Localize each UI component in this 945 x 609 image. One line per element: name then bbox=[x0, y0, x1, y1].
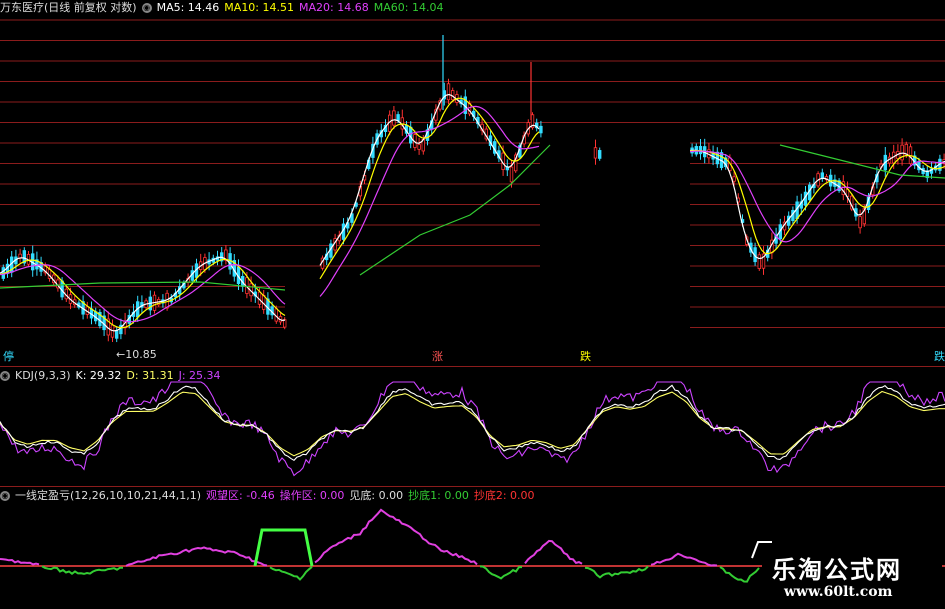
indicator-buy2: 抄底2: 0.00 bbox=[473, 489, 535, 502]
indicator-pink-line bbox=[0, 558, 40, 566]
kdj-j: J: 25.34 bbox=[178, 369, 221, 382]
indicator-pink-line bbox=[524, 539, 583, 565]
panel-divider bbox=[0, 486, 945, 487]
ma60-line bbox=[359, 144, 551, 276]
candle-body bbox=[509, 166, 514, 183]
watermark-logo: 乐淘公式网 www.60lt.com bbox=[762, 546, 942, 606]
marker-right: 跌 bbox=[934, 350, 945, 363]
indicator-pink-line bbox=[650, 552, 718, 567]
kdj-d: D: 31.31 bbox=[126, 369, 174, 382]
candle-body bbox=[396, 114, 400, 121]
indicator-green-line bbox=[41, 565, 124, 575]
ma20-value: MA20: 14.68 bbox=[299, 1, 369, 14]
ma60-value: MA60: 14.04 bbox=[373, 1, 444, 14]
indicator-pink-line bbox=[125, 546, 268, 567]
candle-body bbox=[446, 83, 451, 101]
candle-body bbox=[858, 216, 862, 229]
kdj-j-line bbox=[0, 381, 945, 477]
ma5-value: MA5: 14.46 bbox=[156, 1, 220, 14]
price-chart-panel[interactable]: 万东医疗(日线 前复权 对数) ◉ MA5: 14.46 MA10: 14.51 MA2… bbox=[0, 0, 945, 366]
indicator-header: ◉ 一线定盈亏(12,26,10,10,21,44,1,1) 观望区: -0.46 操… bbox=[0, 489, 540, 503]
settings-icon[interactable]: ◉ bbox=[0, 371, 10, 381]
marker-die: 跌 bbox=[580, 350, 591, 363]
candle-body bbox=[732, 176, 736, 182]
low-price-label: ←10.85 bbox=[116, 348, 157, 361]
marker-left: 停 bbox=[3, 350, 14, 363]
indicator-green-line bbox=[269, 566, 313, 581]
candle-body bbox=[820, 172, 824, 179]
indicator-green-line bbox=[479, 565, 522, 580]
kdj-chart[interactable] bbox=[0, 368, 945, 486]
ma10-value: MA10: 14.51 bbox=[224, 1, 295, 14]
indicator-operate: 操作区: 0.00 bbox=[279, 489, 345, 502]
candle-body bbox=[539, 125, 543, 134]
panel-divider bbox=[0, 366, 945, 367]
settings-icon[interactable]: ◉ bbox=[0, 491, 10, 501]
indicator-green-line bbox=[719, 566, 760, 583]
ma5-line bbox=[319, 93, 540, 266]
indicator-bottom: 见底: 0.00 bbox=[349, 489, 404, 502]
indicator-pink-line bbox=[314, 508, 478, 566]
settings-icon[interactable]: ◉ bbox=[141, 3, 152, 13]
indicator-watch: 观望区: -0.46 bbox=[206, 489, 275, 502]
candle-body bbox=[593, 147, 598, 159]
indicator-name: 一线定盈亏(12,26,10,10,21,44,1,1) bbox=[15, 489, 202, 502]
ma20-line bbox=[319, 105, 540, 297]
candle-body bbox=[392, 110, 396, 126]
kdj-header: ◉ KDJ(9,3,3) K: 29.32 D: 31.31 J: 25.34 bbox=[0, 369, 226, 383]
candle-body bbox=[598, 150, 602, 159]
watermark-cn: 乐淘公式网 bbox=[772, 556, 902, 584]
blank-area bbox=[540, 140, 690, 350]
indicator-green-line bbox=[584, 565, 649, 579]
kdj-panel[interactable]: ◉ KDJ(9,3,3) K: 29.32 D: 31.31 J: 25.34 bbox=[0, 368, 945, 486]
candle-body bbox=[115, 330, 119, 339]
price-header: 万东医疗(日线 前复权 对数) ◉ MA5: 14.46 MA10: 14.51 MA2… bbox=[0, 1, 448, 15]
operate-signal bbox=[253, 528, 314, 567]
kdj-k-line bbox=[0, 384, 945, 461]
kdj-name: KDJ(9,3,3) bbox=[15, 369, 71, 382]
stock-title: 万东医疗(日线 前复权 对数) bbox=[0, 1, 137, 14]
candle-body bbox=[417, 144, 421, 150]
indicator-buy1: 抄底1: 0.00 bbox=[408, 489, 469, 502]
price-chart[interactable] bbox=[0, 0, 945, 366]
marker-zhang: 涨 bbox=[432, 350, 443, 363]
candle-body bbox=[757, 254, 761, 269]
kdj-k: K: 29.32 bbox=[75, 369, 122, 382]
candle-body bbox=[698, 145, 703, 155]
watermark-url: www.60lt.com bbox=[784, 584, 893, 600]
